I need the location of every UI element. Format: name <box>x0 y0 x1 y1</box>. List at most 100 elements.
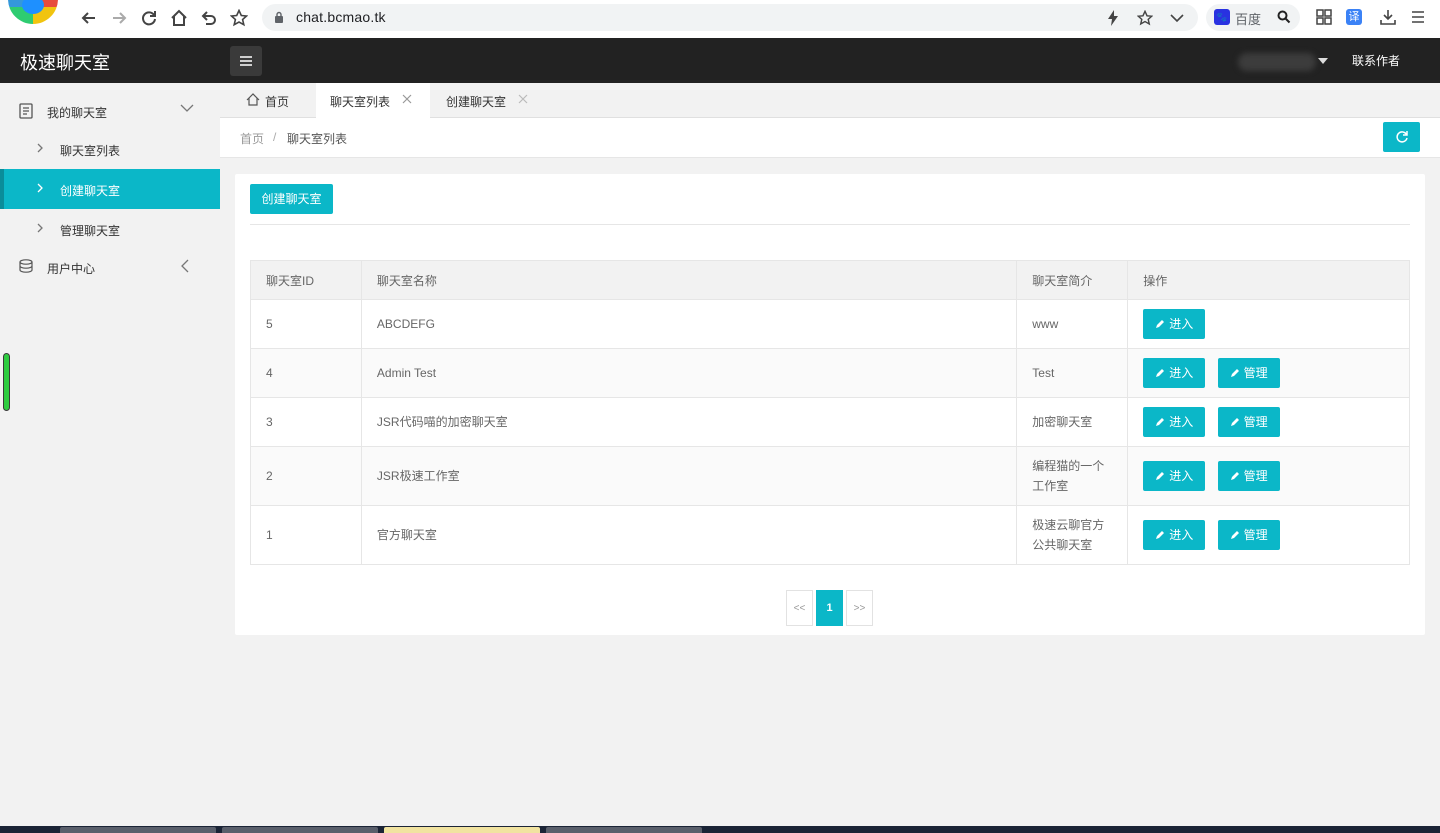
manage-button[interactable]: 管理 <box>1217 461 1280 491</box>
sidebar-group-user-center[interactable]: 用户中心 <box>0 247 220 287</box>
search-icon[interactable] <box>1277 10 1291 24</box>
cell-intro: 加密聊天室 <box>1016 397 1129 447</box>
chevron-down-icon <box>180 103 194 113</box>
enter-button-label: 进入 <box>1169 366 1194 380</box>
cell-id: 1 <box>250 505 362 565</box>
taskbar-item[interactable] <box>60 827 216 833</box>
sidebar-item-manage-chatroom[interactable]: 管理聊天室 <box>0 209 220 249</box>
taskbar-item[interactable] <box>546 827 702 833</box>
scrollbar-thumb[interactable] <box>3 353 10 411</box>
sidebar-group-my-chatrooms[interactable]: 我的聊天室 <box>0 91 220 131</box>
chevron-right-icon <box>36 223 44 233</box>
enter-button-label: 进入 <box>1169 469 1194 483</box>
reload-icon[interactable] <box>138 7 160 29</box>
lightning-icon[interactable] <box>1104 9 1122 27</box>
cell-intro: www <box>1016 299 1129 349</box>
table-row: 5 ABCDEFG www 进入 <box>250 299 1410 349</box>
search-engine-label: 百度 <box>1235 12 1262 27</box>
manage-button-label: 管理 <box>1243 469 1268 483</box>
manage-button[interactable]: 管理 <box>1217 520 1280 550</box>
column-header-intro: 聊天室简介 <box>1016 260 1129 300</box>
sidebar-item-label: 聊天室列表 <box>60 144 121 158</box>
cell-name: 官方聊天室 <box>360 505 1018 565</box>
pagination-page-current[interactable]: 1 <box>816 590 843 626</box>
contact-author-link[interactable]: 联系作者 <box>1352 52 1400 69</box>
address-bar[interactable]: chat.bcmao.tk <box>262 4 1198 31</box>
cell-id: 4 <box>250 348 362 398</box>
enter-button[interactable]: 进入 <box>1143 358 1206 388</box>
undo-icon[interactable] <box>198 7 220 29</box>
cell-name: Admin Test <box>360 348 1018 398</box>
enter-button[interactable]: 进入 <box>1143 520 1206 550</box>
home-icon[interactable] <box>168 7 190 29</box>
download-icon[interactable] <box>1378 7 1398 27</box>
app-header: 极速聊天室 联系作者 <box>0 38 1440 83</box>
pagination: << 1 >> <box>786 590 876 626</box>
refresh-icon <box>1395 131 1408 143</box>
cell-id: 2 <box>250 446 362 506</box>
column-header-id: 聊天室ID <box>250 260 362 300</box>
enter-button[interactable]: 进入 <box>1143 461 1206 491</box>
chatroom-table: 聊天室ID 聊天室名称 聊天室简介 操作 5 ABCDEFG www 进入 4 … <box>250 260 1410 565</box>
chevron-left-icon <box>180 259 190 273</box>
table-row: 1 官方聊天室 极速云聊官方公共聊天室 进入 管理 <box>250 505 1410 565</box>
manage-button-label: 管理 <box>1243 366 1268 380</box>
user-dropdown-caret-icon[interactable] <box>1318 58 1328 64</box>
user-name-redacted[interactable] <box>1238 53 1316 71</box>
cell-intro: 编程猫的一个工作室 <box>1016 446 1129 506</box>
pencil-icon <box>1156 369 1165 377</box>
cell-id: 5 <box>250 299 362 349</box>
pagination-next[interactable]: >> <box>846 590 873 626</box>
pencil-icon <box>1156 531 1165 539</box>
hamburger-icon <box>240 56 252 66</box>
enter-button-label: 进入 <box>1169 317 1194 331</box>
sidebar-group-label: 用户中心 <box>47 262 96 276</box>
pagination-prev[interactable]: << <box>786 590 813 626</box>
chevron-down-icon[interactable] <box>1168 9 1186 27</box>
baidu-paw-icon: 🐾 <box>1214 9 1230 25</box>
close-icon[interactable] <box>518 94 528 104</box>
app-title: 极速聊天室 <box>20 53 110 73</box>
sidebar-item-create-chatroom[interactable]: 创建聊天室 <box>0 169 220 209</box>
cell-id: 3 <box>250 397 362 447</box>
taskbar-item[interactable] <box>222 827 378 833</box>
qr-grid-icon[interactable] <box>1314 7 1334 27</box>
forward-icon[interactable] <box>108 7 130 29</box>
pencil-icon <box>1156 472 1165 480</box>
document-icon <box>19 103 33 119</box>
search-engine-box[interactable]: 🐾 百度 <box>1206 4 1300 31</box>
tab-home[interactable]: 首页 <box>232 83 320 118</box>
tab-create-chatroom[interactable]: 创建聊天室 <box>432 83 542 118</box>
create-chatroom-button[interactable]: 创建聊天室 <box>250 184 333 214</box>
enter-button[interactable]: 进入 <box>1143 309 1206 339</box>
tab-label: 创建聊天室 <box>446 95 507 109</box>
manage-button[interactable]: 管理 <box>1217 407 1280 437</box>
breadcrumb-home[interactable]: 首页 <box>240 130 264 147</box>
favorite-star-icon[interactable] <box>1136 9 1154 27</box>
column-header-name: 聊天室名称 <box>360 260 1018 300</box>
cell-intro: Test <box>1016 348 1129 398</box>
bookmark-star-icon[interactable] <box>228 7 250 29</box>
column-header-actions: 操作 <box>1127 260 1410 300</box>
url-text: chat.bcmao.tk <box>296 9 386 25</box>
tab-label: 聊天室列表 <box>330 95 391 109</box>
lock-icon <box>274 11 284 23</box>
pencil-icon <box>1230 531 1239 539</box>
taskbar-item[interactable] <box>384 827 540 833</box>
refresh-button[interactable] <box>1383 122 1420 152</box>
manage-button[interactable]: 管理 <box>1217 358 1280 388</box>
browser-menu-icon[interactable] <box>1408 7 1428 27</box>
divider <box>250 224 1410 225</box>
menu-toggle-button[interactable] <box>230 46 262 76</box>
back-icon[interactable] <box>78 7 100 29</box>
sidebar-item-chatroom-list[interactable]: 聊天室列表 <box>0 129 220 169</box>
page-tabs: 首页 聊天室列表 创建聊天室 <box>220 83 1440 118</box>
cell-intro: 极速云聊官方公共聊天室 <box>1016 505 1129 565</box>
cell-actions: 进入 <box>1127 299 1410 349</box>
translate-icon[interactable]: 译 <box>1344 7 1364 27</box>
home-icon <box>246 93 260 106</box>
enter-button[interactable]: 进入 <box>1143 407 1206 437</box>
tab-chatroom-list[interactable]: 聊天室列表 <box>316 83 430 118</box>
close-icon[interactable] <box>402 94 412 104</box>
pencil-icon <box>1156 320 1165 328</box>
